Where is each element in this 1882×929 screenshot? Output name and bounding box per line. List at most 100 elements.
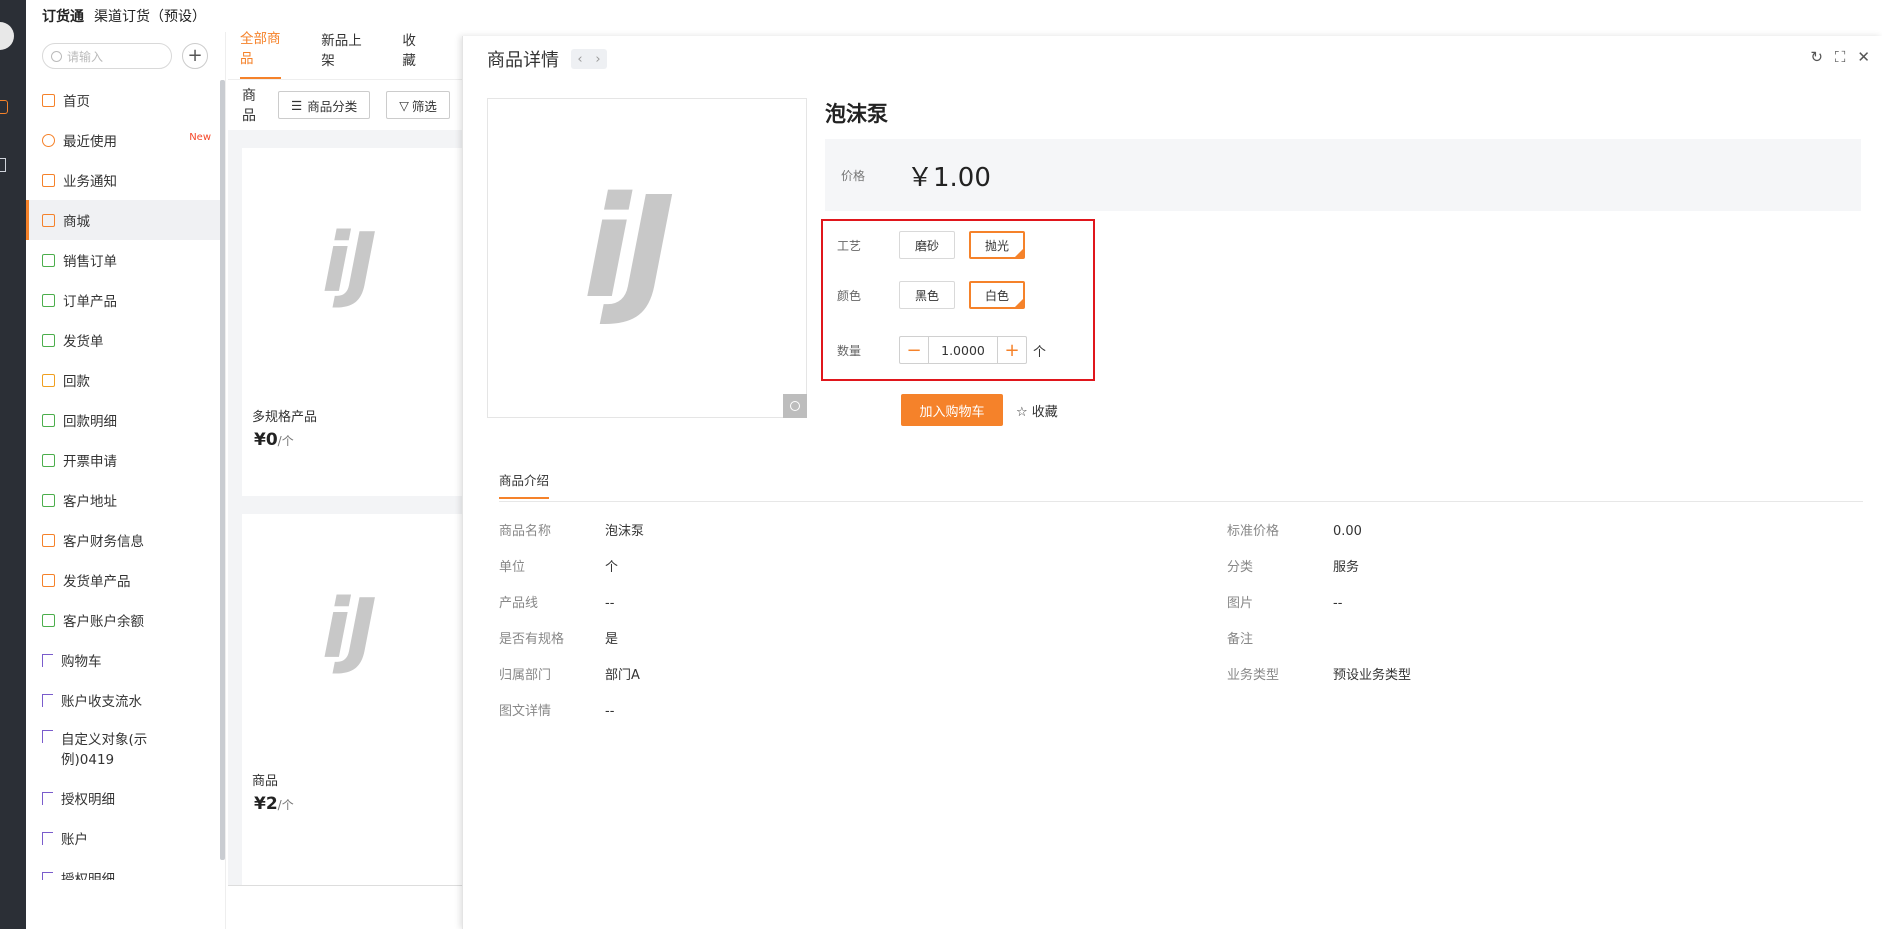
increment-button[interactable]: + bbox=[998, 337, 1026, 363]
attribute-key: 图片 bbox=[1227, 596, 1254, 611]
sidebar-item[interactable]: 客户财务信息 bbox=[26, 520, 225, 560]
add-button[interactable]: + bbox=[182, 43, 208, 69]
new-badge: New bbox=[189, 132, 211, 143]
product-toolbar: 商品 ☰ 商品分类 ▽ 筛选 bbox=[228, 80, 463, 130]
tab-product-intro[interactable]: 商品介绍 bbox=[499, 470, 550, 499]
toolbar-label: 商品 bbox=[242, 88, 256, 124]
bell-icon bbox=[42, 173, 55, 187]
home-icon bbox=[42, 93, 55, 107]
attribute-row: 商品名称 泡沫泵 bbox=[499, 520, 644, 539]
sidebar-item[interactable]: 授权明细 bbox=[26, 858, 225, 880]
product-list-pane: 全部商品 新品上架 收藏 商品 ☰ 商品分类 ▽ 筛选 iJ 多规格产品 ¥0/个 … bbox=[228, 29, 482, 929]
sidebar-item[interactable]: 销售订单 bbox=[26, 240, 225, 280]
sidebar-item[interactable]: 回款明细 bbox=[26, 400, 225, 440]
attribute-row: 标准价格 0.00 bbox=[1227, 520, 1362, 539]
sidebar-item-label: 业务通知 bbox=[63, 174, 117, 190]
next-record-icon[interactable]: › bbox=[589, 49, 607, 69]
attribute-key: 归属部门 bbox=[499, 668, 552, 683]
invoice-icon bbox=[42, 453, 55, 467]
attribute-row: 图文详情 -- bbox=[499, 700, 614, 719]
sidebar-item[interactable]: 客户账户余额 bbox=[26, 600, 225, 640]
add-to-cart-button[interactable]: 加入购物车 bbox=[901, 394, 1003, 426]
attribute-key: 单位 bbox=[499, 560, 526, 575]
tab-all-products[interactable]: 全部商品 bbox=[240, 27, 282, 79]
sidebar-item-label: 最近使用 bbox=[63, 134, 117, 150]
product-name: 泡沫泵 bbox=[825, 102, 888, 126]
sidebar-item[interactable]: 发货单 bbox=[26, 320, 225, 360]
diamond-icon bbox=[42, 573, 55, 587]
spec-label: 颜色 bbox=[837, 288, 862, 303]
address-icon bbox=[42, 493, 55, 507]
sidebar-item[interactable]: 授权明细 bbox=[26, 778, 225, 818]
sidebar-item[interactable]: 发货单产品 bbox=[26, 560, 225, 600]
list-icon: ☰ bbox=[291, 97, 303, 113]
magnifier-icon bbox=[790, 401, 800, 411]
search-icon bbox=[51, 50, 62, 62]
sidebar-item[interactable]: 订单产品 bbox=[26, 280, 225, 320]
sidebar-item-label: 客户地址 bbox=[63, 494, 117, 510]
prev-record-icon[interactable]: ‹ bbox=[571, 49, 589, 69]
clipboard-icon bbox=[42, 293, 55, 307]
category-button[interactable]: ☰ 商品分类 bbox=[278, 91, 371, 119]
option-black[interactable]: 黑色 bbox=[899, 281, 955, 309]
sidebar-item-label: 购物车 bbox=[61, 654, 102, 670]
attribute-value: -- bbox=[605, 704, 615, 719]
sidebar-item[interactable]: 账户收支流水 bbox=[26, 680, 225, 720]
flag-icon bbox=[42, 653, 53, 667]
sidebar-item-label: 发货单 bbox=[63, 334, 104, 350]
product-card[interactable]: iJ 多规格产品 ¥0/个 bbox=[242, 148, 482, 496]
refresh-icon[interactable]: ↻ bbox=[1810, 48, 1823, 66]
tab-new-products[interactable]: 新品上架 bbox=[321, 29, 362, 79]
sidebar-item-label: 账户收支流水 bbox=[61, 694, 142, 710]
sidebar-item[interactable]: 业务通知 bbox=[26, 160, 225, 200]
tab-favorites[interactable]: 收藏 bbox=[402, 29, 423, 79]
quantity-stepper: − 1.0000 + bbox=[899, 336, 1027, 364]
sidebar-item-label: 商城 bbox=[63, 214, 90, 230]
sidebar-item-label: 客户账户余额 bbox=[63, 614, 144, 630]
product-tabs: 全部商品 新品上架 收藏 bbox=[228, 29, 463, 80]
clock-icon bbox=[42, 133, 55, 147]
doc-rail-icon[interactable] bbox=[0, 158, 6, 172]
attribute-key: 标准价格 bbox=[1227, 524, 1280, 539]
close-icon[interactable]: ✕ bbox=[1857, 48, 1870, 66]
attribute-key: 是否有规格 bbox=[499, 632, 565, 647]
sidebar-item[interactable]: 购物车 bbox=[26, 640, 225, 680]
app-subtitle[interactable]: 渠道订货（预设） bbox=[94, 6, 206, 26]
quantity-input[interactable]: 1.0000 bbox=[928, 337, 998, 363]
option-polished[interactable]: 抛光 bbox=[969, 231, 1025, 259]
flag-icon bbox=[42, 831, 53, 845]
filter-button[interactable]: ▽ 筛选 bbox=[386, 91, 450, 119]
product-card[interactable]: iJ 商品 ¥2/个 bbox=[242, 514, 482, 894]
option-white[interactable]: 白色 bbox=[969, 281, 1025, 309]
product-logo-image: iJ bbox=[322, 216, 377, 311]
attribute-value: 个 bbox=[605, 560, 619, 575]
sidebar-item[interactable]: 开票申请 bbox=[26, 440, 225, 480]
favorite-button[interactable]: ☆ 收藏 bbox=[1016, 401, 1058, 420]
sidebar-item-label: 回款明细 bbox=[63, 414, 117, 430]
avatar[interactable] bbox=[0, 22, 14, 50]
attribute-value: -- bbox=[605, 596, 615, 611]
sidebar-item[interactable]: 自定义对象(示例)0419 bbox=[26, 720, 225, 778]
sidebar-scrollbar[interactable] bbox=[220, 80, 225, 860]
sidebar-item[interactable]: 首页 bbox=[26, 80, 225, 120]
shop-rail-icon[interactable] bbox=[0, 100, 8, 114]
sidebar-item[interactable]: 最近使用 New bbox=[26, 120, 225, 160]
zoom-button[interactable] bbox=[783, 394, 807, 418]
quantity-unit: 个 bbox=[1033, 344, 1047, 360]
flag-icon bbox=[42, 791, 53, 805]
sidebar-item[interactable]: 账户 bbox=[26, 818, 225, 858]
sidebar-search-input[interactable]: 请输入 bbox=[42, 43, 172, 69]
decrement-button[interactable]: − bbox=[900, 337, 928, 363]
fullscreen-icon[interactable]: ⛶ bbox=[1835, 48, 1846, 66]
sidebar-item-label: 账户 bbox=[61, 832, 88, 848]
attribute-value: 泡沫泵 bbox=[605, 524, 645, 539]
option-frosted[interactable]: 磨砂 bbox=[899, 231, 955, 259]
sidebar-item[interactable]: 客户地址 bbox=[26, 480, 225, 520]
attribute-value: 0.00 bbox=[1333, 524, 1362, 539]
sidebar-item[interactable]: 商城 bbox=[26, 200, 225, 240]
sidebar: 请输入 + 首页最近使用 New 业务通知商城销售订单 订单产品发货单回款回款明细开票… bbox=[26, 32, 226, 929]
wallet-icon bbox=[42, 413, 55, 427]
quantity-row: 数量 − 1.0000 + 个 bbox=[837, 336, 1046, 364]
attribute-row: 分类 服务 bbox=[1227, 556, 1359, 575]
sidebar-item[interactable]: 回款 bbox=[26, 360, 225, 400]
